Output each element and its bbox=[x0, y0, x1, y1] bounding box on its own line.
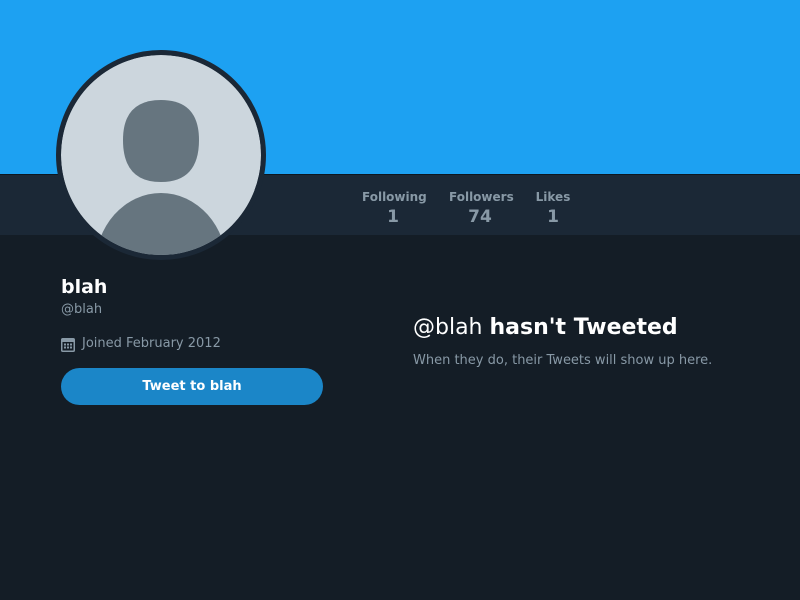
empty-state-title-text: hasn't Tweeted bbox=[489, 315, 678, 340]
stat-followers[interactable]: Followers 74 bbox=[449, 189, 514, 228]
stat-value: 1 bbox=[547, 207, 559, 227]
stat-label: Following bbox=[362, 190, 427, 204]
empty-state-subtitle: When they do, their Tweets will show up … bbox=[413, 353, 713, 368]
tweet-to-button[interactable]: Tweet to blah bbox=[61, 368, 323, 405]
profile-handle[interactable]: @blah bbox=[61, 300, 102, 320]
empty-state-title: @blah hasn't Tweeted bbox=[413, 312, 678, 344]
stat-value: 1 bbox=[387, 207, 399, 227]
calendar-icon bbox=[61, 337, 75, 352]
joined-text: Joined February 2012 bbox=[82, 336, 221, 351]
stat-value: 74 bbox=[468, 207, 492, 227]
stat-label: Likes bbox=[535, 190, 571, 204]
stat-following[interactable]: Following 1 bbox=[362, 189, 427, 228]
profile-page: Following 1 Followers 74 Likes 1 blah @b… bbox=[0, 0, 800, 600]
empty-state-handle: @blah bbox=[413, 315, 483, 340]
stat-label: Followers bbox=[449, 190, 514, 204]
joined-date: Joined February 2012 bbox=[61, 334, 221, 354]
profile-name[interactable]: blah bbox=[61, 274, 107, 300]
stat-likes[interactable]: Likes 1 bbox=[533, 189, 573, 228]
avatar[interactable] bbox=[56, 50, 266, 260]
default-avatar-icon bbox=[61, 55, 261, 255]
